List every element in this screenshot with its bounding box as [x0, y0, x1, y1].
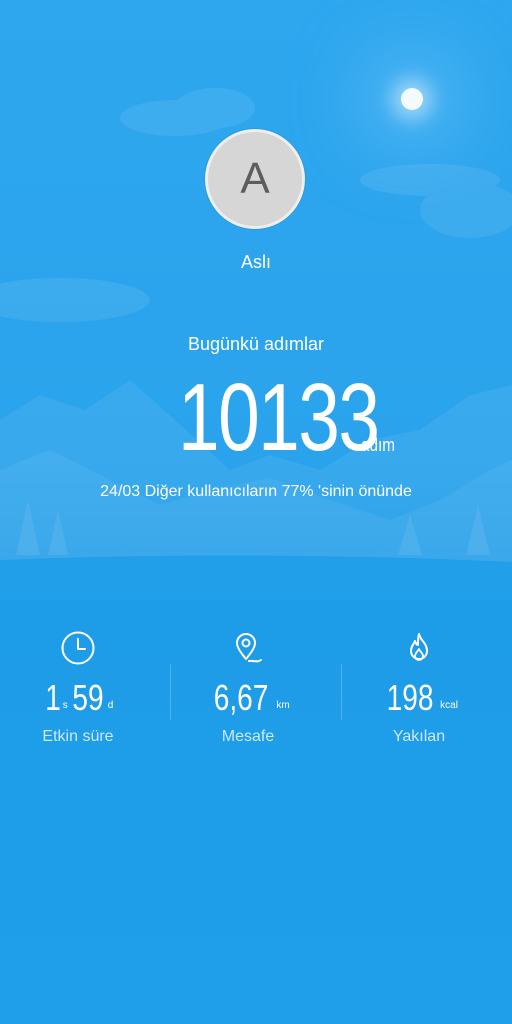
stats-row: 1 s 59 d Etkin süre 6,67 km Mesafe 198 kca	[0, 630, 512, 750]
distance-stat[interactable]: 6,67 km Mesafe	[163, 630, 333, 750]
steps-unit: adım	[361, 435, 396, 455]
steps-value: 10133	[178, 364, 380, 471]
avatar[interactable]: A	[205, 129, 305, 229]
today-steps-label: Bugünkü adımlar	[187, 334, 325, 354]
clock-icon	[61, 631, 95, 665]
active-time-label: Etkin süre	[42, 728, 114, 745]
sun-glow	[401, 88, 423, 110]
active-time-stat[interactable]: 1 s 59 d Etkin süre	[0, 630, 163, 750]
calories-label: Yakılan	[392, 728, 446, 745]
active-time-value: 1 s 59 d	[0, 676, 163, 720]
location-pin-icon	[236, 633, 262, 663]
active-time-hours: 1	[44, 677, 61, 718]
distance-value: 6,67 km	[163, 676, 333, 720]
user-name: Aslı	[240, 252, 271, 272]
active-time-minutes: 59	[72, 677, 104, 718]
horizon-ground	[0, 555, 512, 600]
calories-value: 198 kcal	[334, 676, 504, 720]
distance-label: Mesafe	[221, 728, 275, 745]
ranking-text: 24/03 Diğer kullanıcıların 77% 'sinin ön…	[100, 483, 412, 500]
background-scenery	[0, 88, 512, 600]
calories-unit: kcal	[440, 700, 458, 711]
flame-icon	[410, 633, 428, 661]
distance-unit: km	[276, 700, 290, 711]
steps-counter[interactable]: 10133 adım	[0, 368, 512, 468]
calories-stat[interactable]: 198 kcal Yakılan	[334, 630, 504, 750]
calories-number: 198	[386, 677, 434, 718]
distance-number: 6,67	[213, 677, 269, 718]
active-time-minutes-unit: d	[107, 700, 114, 711]
steps-screen: A Aslı Bugünkü adımlar 10133 adım 24/03 …	[0, 0, 512, 1024]
active-time-hours-unit: s	[62, 700, 68, 711]
avatar-initial: A	[240, 154, 270, 203]
